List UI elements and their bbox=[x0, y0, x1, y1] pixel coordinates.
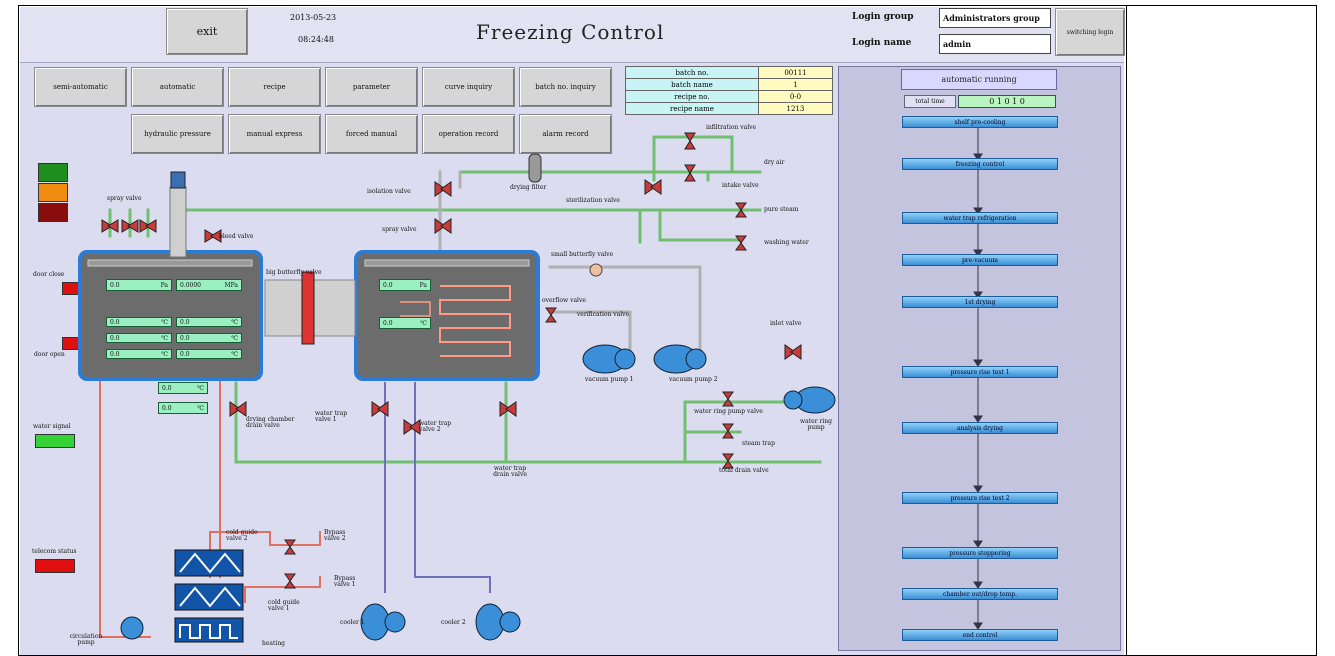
water-trap-drain-valve-label: water trap drain valve bbox=[493, 465, 527, 478]
cold-guide-valve-1-label: cold guide valve 1 bbox=[268, 599, 300, 612]
water-trap-valve-2-label: water trap valve 2 bbox=[419, 420, 452, 433]
step-chamber-out[interactable]: chamber out/drop temp. bbox=[902, 588, 1058, 600]
shelf-temp-1b-value: 0.0 bbox=[180, 318, 190, 326]
vacuum-pump-2-label: vacuum pump 2 bbox=[669, 376, 718, 383]
step-shelf-pre-cooling[interactable]: shelf pre-cooling bbox=[902, 116, 1058, 128]
shelf-temp-2b: 0.0 ℃ bbox=[176, 333, 242, 343]
pure-steam-label: pure steam bbox=[764, 206, 799, 213]
drying-chamber bbox=[78, 250, 263, 381]
switch-login-button[interactable]: switching login bbox=[1055, 8, 1125, 56]
step-pre-vacuum[interactable]: pre-vacuum bbox=[902, 254, 1058, 266]
shelf-temp-3b: 0.0 ℃ bbox=[176, 349, 242, 359]
circulation-pump-label: circulation pump bbox=[69, 633, 103, 646]
spray-valve-2-label: spray valve bbox=[382, 226, 417, 233]
temp-unit: ℃ bbox=[231, 350, 238, 358]
shelf-temp-2a-value: 0.0 bbox=[110, 334, 120, 342]
shelf-temp-1a-value: 0.0 bbox=[110, 318, 120, 326]
temp-unit: ℃ bbox=[231, 334, 238, 342]
exit-button[interactable]: exit bbox=[166, 8, 248, 55]
cooler-1-label: cooler 1 bbox=[340, 619, 365, 626]
isolation-valve-label: isolation valve bbox=[367, 188, 411, 195]
infiltration-valve-label: infiltration valve bbox=[706, 124, 757, 131]
condenser-pa-readout: 0.0 Pa bbox=[379, 279, 431, 291]
ext-temp-1: 0.0 ℃ bbox=[158, 382, 208, 394]
chamber-mpa-unit: MPa bbox=[224, 281, 239, 289]
step-end-control[interactable]: end control bbox=[902, 629, 1058, 641]
shelf-temp-2b-value: 0.0 bbox=[180, 334, 190, 342]
big-butterfly-valve-label: big butterfly valve bbox=[266, 269, 322, 276]
inlet-valve-label: inlet valve bbox=[770, 320, 802, 327]
washing-water-label: washing water bbox=[764, 239, 809, 246]
drying-filter-label: drying filter bbox=[510, 184, 547, 191]
shelf-temp-1a: 0.0 ℃ bbox=[106, 317, 172, 327]
login-name-field[interactable]: admin bbox=[939, 34, 1051, 54]
temp-unit: ℃ bbox=[161, 334, 168, 342]
temp-unit: ℃ bbox=[231, 318, 238, 326]
cooler-2-label: cooler 2 bbox=[441, 619, 466, 626]
date-text: 2013-05-23 bbox=[290, 13, 337, 22]
shelf-temp-3a-value: 0.0 bbox=[110, 350, 120, 358]
small-butterfly-valve-icon[interactable] bbox=[589, 263, 603, 277]
condenser-pa-unit: Pa bbox=[419, 281, 427, 289]
ext-temp-1-value: 0.0 bbox=[162, 384, 172, 392]
cold-guide-valve-2-label: cold guide valve 2 bbox=[226, 529, 258, 542]
overflow-valve-label: overflow valve bbox=[542, 297, 586, 304]
water-ring-pump-valve-label: water ring pump valve bbox=[694, 408, 763, 415]
heating-label: heating bbox=[262, 640, 286, 647]
step-water-trap-refrigeration[interactable]: water trap refrigeration bbox=[902, 212, 1058, 224]
drying-filter-icon bbox=[528, 153, 542, 183]
dry-air-label: dry air bbox=[764, 159, 785, 166]
water-trap-valve-1-label: water trap valve 1 bbox=[315, 410, 348, 423]
sequence-arrows bbox=[973, 128, 983, 630]
shelf-temp-2a: 0.0 ℃ bbox=[106, 333, 172, 343]
condenser-temp-value: 0.0 bbox=[383, 319, 393, 327]
login-group-field[interactable]: Administrators group bbox=[939, 8, 1051, 28]
step-freezing-control[interactable]: freezing control bbox=[902, 158, 1058, 170]
shelf-temp-1b: 0.0 ℃ bbox=[176, 317, 242, 327]
bypass-valve-1-label: Bypass valve 1 bbox=[334, 575, 356, 588]
steam-trap-label: steam trap bbox=[742, 440, 775, 447]
temp-unit: ℃ bbox=[197, 404, 204, 412]
temp-unit: ℃ bbox=[420, 319, 427, 327]
condenser-pa-value: 0.0 bbox=[383, 281, 393, 289]
bypass-valve-2-label: Bypass valve 2 bbox=[324, 529, 346, 542]
step-1st-drying[interactable]: 1st drying bbox=[902, 296, 1058, 308]
temp-unit: ℃ bbox=[161, 350, 168, 358]
step-pressure-rise-test-2[interactable]: pressure rise test 2 bbox=[902, 492, 1058, 504]
chamber-pa-unit: Pa bbox=[160, 281, 168, 289]
water-ring-pump-label: water ring pump bbox=[800, 418, 832, 431]
frame-divider bbox=[1126, 5, 1127, 656]
temp-unit: ℃ bbox=[197, 384, 204, 392]
vacuum-pump-1-label: vacuum pump 1 bbox=[585, 376, 634, 383]
ext-temp-2-value: 0.0 bbox=[162, 404, 172, 412]
page-title: Freezing Control bbox=[476, 20, 665, 44]
verification-valve-label: verification valve bbox=[576, 311, 630, 318]
total-drain-valve-label: total drain valve bbox=[719, 467, 769, 474]
temp-unit: ℃ bbox=[161, 318, 168, 326]
login-name-label: Login name bbox=[852, 38, 912, 48]
bleed-valve-label: bleed valve bbox=[219, 233, 254, 240]
step-pressure-rise-test-1[interactable]: pressure rise test 1 bbox=[902, 366, 1058, 378]
step-analysis-drying[interactable]: analysis drying bbox=[902, 422, 1058, 434]
chamber-pa-value: 0.0 bbox=[110, 281, 120, 289]
ext-temp-2: 0.0 ℃ bbox=[158, 402, 208, 414]
spray-valve-label: spray valve bbox=[107, 195, 142, 202]
shelf-temp-3a: 0.0 ℃ bbox=[106, 349, 172, 359]
small-butterfly-valve-label: small butterfly valve bbox=[551, 251, 614, 258]
time-text: 08:24:48 bbox=[298, 35, 334, 44]
chamber-mpa-value: 0.0000 bbox=[180, 281, 201, 289]
drying-chamber-drain-valve-label: drying chamber drain valve bbox=[246, 416, 295, 429]
chamber-mpa-readout: 0.0000 MPa bbox=[176, 279, 242, 291]
chamber-pa-readout: 0.0 Pa bbox=[106, 279, 172, 291]
step-pressure-stoppering[interactable]: pressure stoppering bbox=[902, 547, 1058, 559]
shelf-temp-3b-value: 0.0 bbox=[180, 350, 190, 358]
sterilization-valve-label: sterilization valve bbox=[566, 197, 620, 204]
login-group-label: Login group bbox=[852, 12, 914, 22]
intake-valve-label: intake valve bbox=[722, 182, 759, 189]
condenser-temp-readout: 0.0 ℃ bbox=[379, 317, 431, 329]
